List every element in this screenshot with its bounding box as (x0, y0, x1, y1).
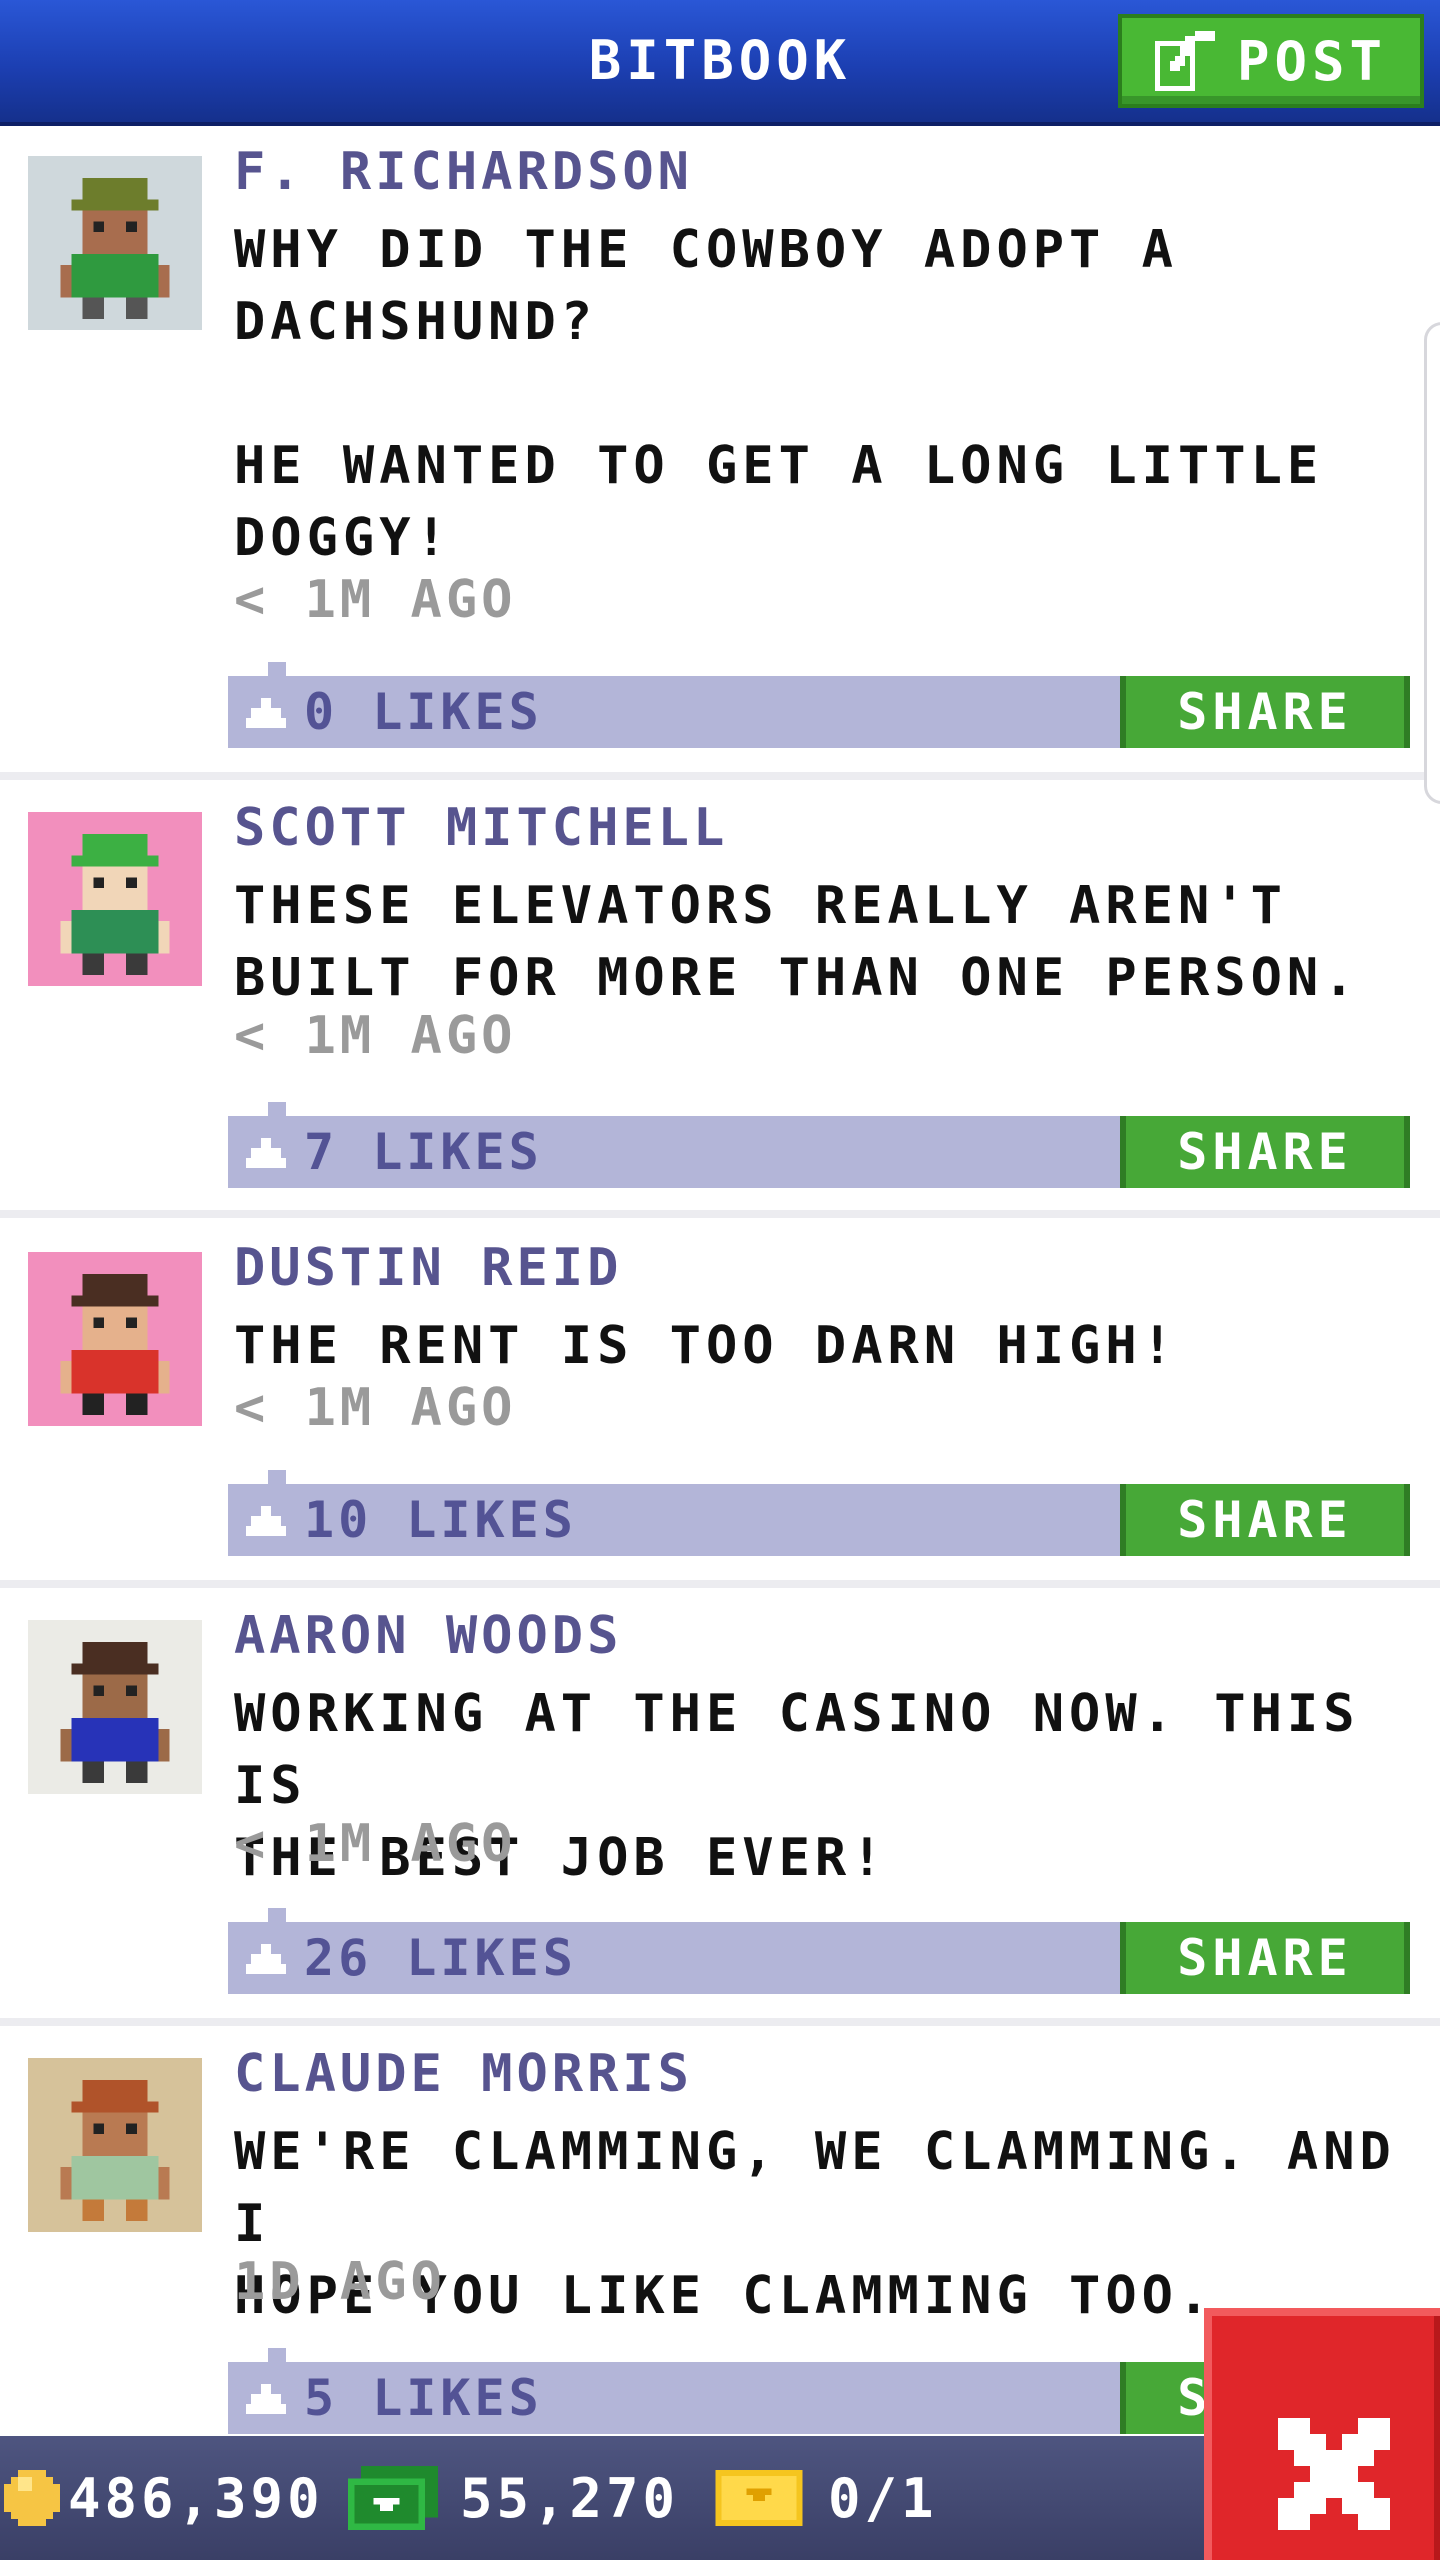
avatar-figure (28, 156, 202, 330)
like-tab (268, 1102, 286, 1116)
coin-icon (4, 2470, 60, 2526)
post-timestamp: < 1M AGO (234, 570, 517, 630)
feed-post: SCOTT MITCHELL THESE ELEVATORS REALLY AR… (0, 780, 1440, 1210)
post-message: THESE ELEVATORS REALLY AREN'T BUILT FOR … (234, 876, 1360, 1008)
tickets-stat: 0/1 (714, 2436, 938, 2560)
likes-count: 10 LIKES (304, 1491, 577, 1549)
close-button[interactable] (1204, 2308, 1440, 2560)
likes-count: 26 LIKES (304, 1929, 577, 1987)
post-author[interactable]: F. RICHARDSON (234, 142, 693, 202)
tickets-value: 0/1 (828, 2466, 938, 2530)
share-button[interactable]: SHARE (1120, 676, 1410, 748)
likes-bar: 7 LIKES SHARE (228, 1102, 1410, 1188)
coins-value: 486,390 (68, 2466, 324, 2530)
post-author[interactable]: CLAUDE MORRIS (234, 2044, 693, 2104)
post-timestamp: < 1M AGO (234, 1378, 517, 1438)
avatar (28, 812, 202, 986)
app-header: BITBOOK POST (0, 0, 1440, 126)
likes-count: 0 LIKES (304, 683, 543, 741)
scrollbar[interactable] (1424, 322, 1440, 804)
post-divider (0, 1580, 1440, 1588)
share-button[interactable]: SHARE (1120, 1484, 1410, 1556)
post-divider (0, 772, 1440, 780)
cash-stat: 55,270 (348, 2436, 679, 2560)
post-message: THE RENT IS TOO DARN HIGH! (234, 1316, 1178, 1376)
ticket-icon (715, 2470, 803, 2526)
feed-post: DUSTIN REID THE RENT IS TOO DARN HIGH! <… (0, 1218, 1440, 1580)
like-tab (268, 1908, 286, 1922)
avatar (28, 1620, 202, 1794)
likes-bar: 0 LIKES SHARE (228, 662, 1410, 748)
post-timestamp: 1D AGO (234, 2252, 446, 2312)
post-author[interactable]: AARON WOODS (234, 1606, 622, 1666)
avatar-figure (28, 1620, 202, 1794)
post-divider (0, 2018, 1440, 2026)
post-message: WHY DID THE COWBOY ADOPT A DACHSHUND? HE… (234, 220, 1324, 568)
like-icon[interactable] (246, 1506, 286, 1536)
like-icon[interactable] (246, 1138, 286, 1168)
compose-icon (1154, 31, 1215, 91)
avatar-figure (28, 2058, 202, 2232)
post-button[interactable]: POST (1118, 14, 1424, 108)
likes-bar: 26 LIKES SHARE (228, 1908, 1410, 1994)
close-icon (1278, 2418, 1390, 2530)
cash-icon (348, 2465, 438, 2531)
coins-stat: 486,390 (4, 2436, 324, 2560)
post-divider (0, 1210, 1440, 1218)
like-icon[interactable] (246, 698, 286, 728)
like-tab (268, 1470, 286, 1484)
post-author[interactable]: DUSTIN REID (234, 1238, 622, 1298)
avatar (28, 1252, 202, 1426)
post-timestamp: < 1M AGO (234, 1006, 517, 1066)
like-tab (268, 662, 286, 676)
post-button-label: POST (1236, 29, 1388, 93)
like-tab (268, 2348, 286, 2362)
cash-value: 55,270 (460, 2466, 680, 2530)
likes-bar: 10 LIKES SHARE (228, 1470, 1410, 1556)
likes-count: 5 LIKES (304, 2369, 543, 2427)
post-timestamp: < 1M AGO (234, 1814, 517, 1874)
avatar-figure (28, 1252, 202, 1426)
share-button[interactable]: SHARE (1120, 1922, 1410, 1994)
share-button[interactable]: SHARE (1120, 1116, 1410, 1188)
post-author[interactable]: SCOTT MITCHELL (234, 798, 728, 858)
avatar (28, 2058, 202, 2232)
like-icon[interactable] (246, 1944, 286, 1974)
feed-post: AARON WOODS WORKING AT THE CASINO NOW. T… (0, 1588, 1440, 2018)
avatar (28, 156, 202, 330)
like-icon[interactable] (246, 2384, 286, 2414)
likes-count: 7 LIKES (304, 1123, 543, 1181)
feed-post: F. RICHARDSON WHY DID THE COWBOY ADOPT A… (0, 122, 1440, 772)
avatar-figure (28, 812, 202, 986)
